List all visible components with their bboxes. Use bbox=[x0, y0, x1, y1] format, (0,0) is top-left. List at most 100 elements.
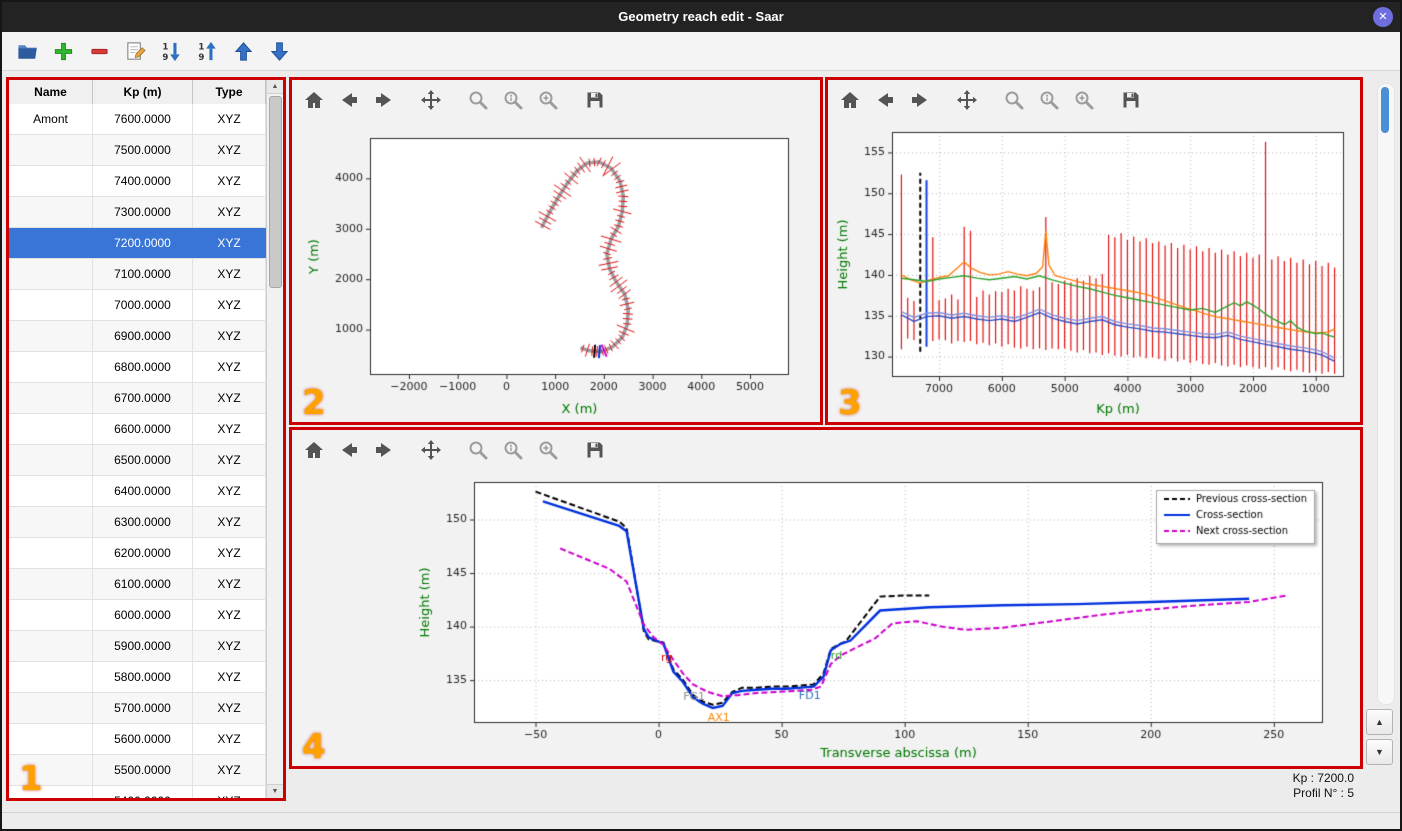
table-row[interactable]: 5900.0000 XYZ bbox=[9, 631, 266, 662]
plan-chart-canvas[interactable] bbox=[292, 120, 819, 421]
mpl-zoom-button[interactable] bbox=[466, 438, 490, 462]
long-chart-canvas[interactable] bbox=[828, 120, 1360, 421]
table-row[interactable]: 7000.0000 XYZ bbox=[9, 290, 266, 321]
table-row[interactable]: 7200.0000 XYZ bbox=[9, 228, 266, 259]
mpl-zoom-rect-button[interactable] bbox=[536, 438, 560, 462]
table-row[interactable]: 5600.0000 XYZ bbox=[9, 724, 266, 755]
table-row[interactable]: Amont 7600.0000 XYZ bbox=[9, 104, 266, 135]
mpl-forward-button[interactable] bbox=[908, 88, 932, 112]
cell-kp: 6400.0000 bbox=[93, 476, 193, 506]
mpl-zoom-button[interactable] bbox=[1002, 88, 1026, 112]
table-row[interactable]: 7500.0000 XYZ bbox=[9, 135, 266, 166]
cell-kp: 7600.0000 bbox=[93, 104, 193, 134]
window-title: Geometry reach edit - Saar bbox=[618, 9, 784, 24]
zoom-icon bbox=[1005, 91, 1024, 110]
down-arrow-icon: ▼ bbox=[271, 788, 279, 795]
remove-button[interactable] bbox=[86, 38, 113, 65]
table-row[interactable]: 6700.0000 XYZ bbox=[9, 383, 266, 414]
mpl-zoom-button[interactable] bbox=[466, 88, 490, 112]
add-button[interactable] bbox=[50, 38, 77, 65]
mpl-home-button[interactable] bbox=[838, 88, 862, 112]
table-scroll-down-button[interactable]: ▼ bbox=[267, 784, 283, 798]
mpl-forward-button[interactable] bbox=[372, 88, 396, 112]
table-row[interactable]: 6800.0000 XYZ bbox=[9, 352, 266, 383]
table-header: Name Kp (m) Type bbox=[9, 80, 283, 105]
cell-type: XYZ bbox=[193, 104, 266, 134]
table-row[interactable]: 6500.0000 XYZ bbox=[9, 445, 266, 476]
table-row[interactable]: 5800.0000 XYZ bbox=[9, 662, 266, 693]
mpl-pan-button[interactable] bbox=[955, 88, 979, 112]
cell-kp: 7500.0000 bbox=[93, 135, 193, 165]
table-row[interactable]: 6300.0000 XYZ bbox=[9, 507, 266, 538]
mpl-back-button[interactable] bbox=[873, 88, 897, 112]
table-row[interactable]: 5500.0000 XYZ bbox=[9, 755, 266, 786]
svg-text:9: 9 bbox=[198, 53, 204, 63]
table-row[interactable]: 7300.0000 XYZ bbox=[9, 197, 266, 228]
cell-type: XYZ bbox=[193, 631, 266, 661]
table-row[interactable]: 6200.0000 XYZ bbox=[9, 538, 266, 569]
back-icon bbox=[878, 93, 893, 107]
cell-type: XYZ bbox=[193, 507, 266, 537]
window-scrollbar-thumb[interactable] bbox=[1381, 87, 1389, 133]
annotation-4: 4 bbox=[302, 727, 326, 767]
mpl-pan-button[interactable] bbox=[419, 438, 443, 462]
edit-icon bbox=[127, 41, 146, 60]
cell-type: XYZ bbox=[193, 569, 266, 599]
cell-name bbox=[9, 135, 93, 165]
table-row[interactable]: 6600.0000 XYZ bbox=[9, 414, 266, 445]
sort-ascending-button[interactable]: 1 9 bbox=[194, 38, 221, 65]
cell-name bbox=[9, 600, 93, 630]
back-icon bbox=[342, 443, 357, 457]
table-row[interactable]: 5400.0000XYZ bbox=[9, 786, 266, 798]
mpl-pan-button[interactable] bbox=[419, 88, 443, 112]
cross-chart-canvas[interactable] bbox=[292, 470, 1359, 765]
table-scroll-up-button[interactable]: ▲ bbox=[267, 80, 283, 94]
table-row[interactable]: 7100.0000 XYZ bbox=[9, 259, 266, 290]
back-icon bbox=[342, 93, 357, 107]
next-profile-button[interactable]: ▼ bbox=[1366, 739, 1393, 765]
open-button[interactable] bbox=[14, 38, 41, 65]
table-row[interactable]: 7400.0000 XYZ bbox=[9, 166, 266, 197]
kp-readout: Kp : 7200.0 bbox=[1292, 771, 1354, 785]
table-row[interactable]: 6000.0000 XYZ bbox=[9, 600, 266, 631]
mpl-home-button[interactable] bbox=[302, 438, 326, 462]
cell-kp: 5500.0000 bbox=[93, 755, 193, 785]
table-row[interactable]: 6900.0000 XYZ bbox=[9, 321, 266, 352]
mpl-back-button[interactable] bbox=[337, 88, 361, 112]
annotation-3: 3 bbox=[838, 383, 862, 423]
column-header-kp[interactable]: Kp (m) bbox=[93, 80, 193, 104]
mpl-home-button[interactable] bbox=[302, 88, 326, 112]
column-header-type[interactable]: Type bbox=[193, 80, 266, 104]
move-down-button[interactable] bbox=[266, 38, 293, 65]
edit-button[interactable] bbox=[122, 38, 149, 65]
home-icon bbox=[305, 442, 323, 458]
mpl-zoom-rect-button[interactable] bbox=[536, 88, 560, 112]
move-up-button[interactable] bbox=[230, 38, 257, 65]
previous-profile-button[interactable]: ▲ bbox=[1366, 709, 1393, 735]
table-row[interactable]: 6100.0000 XYZ bbox=[9, 569, 266, 600]
zoom-icon bbox=[469, 441, 488, 460]
sort-descending-button[interactable]: 1 9 bbox=[158, 38, 185, 65]
window-scrollbar[interactable] bbox=[1377, 83, 1395, 705]
cell-name bbox=[9, 724, 93, 754]
cell-kp: 6000.0000 bbox=[93, 600, 193, 630]
zoom-rect-icon bbox=[1075, 91, 1094, 110]
sort-ascending-icon: 1 9 bbox=[198, 41, 216, 63]
table-row[interactable]: 5700.0000 XYZ bbox=[9, 693, 266, 724]
close-button[interactable]: ✕ bbox=[1373, 7, 1393, 27]
mpl-back-button[interactable] bbox=[337, 438, 361, 462]
mpl-inspect-button[interactable] bbox=[501, 88, 525, 112]
column-header-name[interactable]: Name bbox=[9, 80, 93, 104]
cell-kp: 5600.0000 bbox=[93, 724, 193, 754]
mpl-inspect-button[interactable] bbox=[1037, 88, 1061, 112]
inspect-icon bbox=[1040, 91, 1059, 110]
mpl-forward-button[interactable] bbox=[372, 438, 396, 462]
mpl-save-button[interactable] bbox=[583, 88, 607, 112]
mpl-save-button[interactable] bbox=[1119, 88, 1143, 112]
mpl-zoom-rect-button[interactable] bbox=[1072, 88, 1096, 112]
mpl-save-button[interactable] bbox=[583, 438, 607, 462]
table-scrollbar[interactable]: ▲ ▼ bbox=[266, 80, 283, 798]
mpl-inspect-button[interactable] bbox=[501, 438, 525, 462]
table-scrollbar-thumb[interactable] bbox=[269, 96, 282, 288]
table-row[interactable]: 6400.0000 XYZ bbox=[9, 476, 266, 507]
